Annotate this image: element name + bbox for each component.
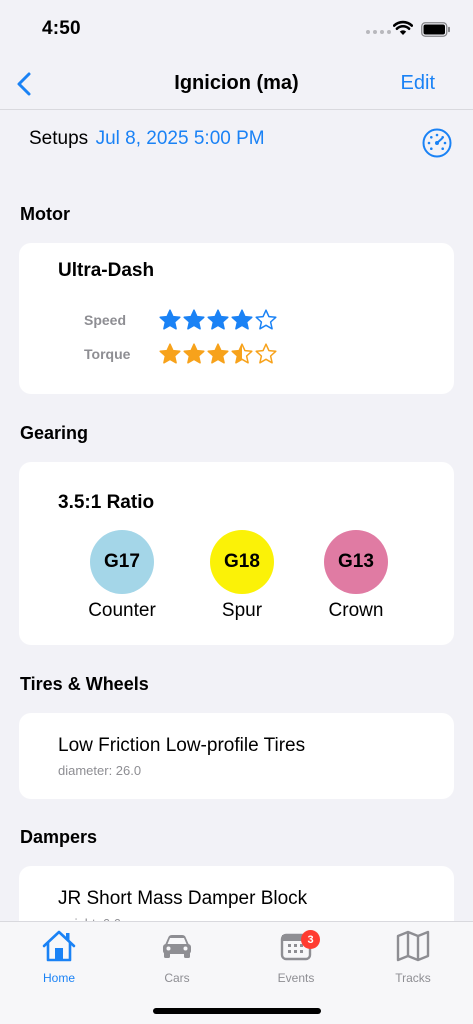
speed-stars [158,308,278,332]
tab-home[interactable]: Home [19,928,99,985]
spur-gear-badge: G18 [210,530,274,594]
tab-events-label: Events [277,971,315,985]
counter-gear-badge: G17 [90,530,154,594]
gearing-card[interactable]: 3.5:1 Ratio G17 Counter G18 Spur G13 Cro… [19,462,454,645]
motor-section-title: Motor [20,204,70,224]
dampers-section-title: Dampers [20,827,98,847]
crown-gear-badge: G13 [324,530,388,594]
car-icon [163,935,191,958]
torque-label: Torque [84,346,131,362]
tab-events[interactable]: 3 Events [256,928,336,985]
tab-cars[interactable]: Cars [137,928,217,985]
dampers-name: JR Short Mass Damper Block [58,888,308,909]
house-icon [42,930,76,962]
status-bar: 4:50 [0,0,473,60]
cellular-signal-icon [366,30,391,34]
edit-button[interactable]: Edit [401,72,435,95]
star-icon [159,343,181,364]
motor-name: Ultra-Dash [58,260,155,281]
setups-date-picker[interactable]: Jul 8, 2025 5:00 PM [96,128,265,149]
setups-row: Setups Jul 8, 2025 5:00 PM [29,128,453,158]
tires-detail: diameter: 26.0 [58,763,142,778]
star-icon [255,309,277,330]
events-badge: 3 [301,930,320,949]
crown-gear-label: Crown [328,600,384,621]
star-icon [207,343,229,364]
speed-label: Speed [84,312,127,328]
status-time: 4:50 [42,18,81,39]
star-icon [207,309,229,330]
tab-cars-label: Cars [164,971,190,985]
crown-gear: G13 Crown [301,530,411,622]
speedometer-button[interactable] [421,127,453,159]
star-icon [255,343,277,364]
battery-icon [421,22,450,37]
spur-gear: G18 Spur [187,530,297,622]
setups-label: Setups [29,128,89,149]
wifi-icon [393,20,413,35]
motor-card[interactable]: Ultra-Dash Speed Torque [19,243,454,394]
tab-home-label: Home [42,971,75,985]
star-icon [183,343,205,364]
tab-tracks-label: Tracks [395,971,431,985]
map-icon [396,930,430,962]
tab-tracks[interactable]: Tracks [373,928,453,985]
speedometer-icon [422,128,452,158]
torque-stars [158,342,278,366]
spur-gear-label: Spur [221,600,263,621]
navigation-bar: Ignicion (ma) Edit [0,60,473,110]
counter-gear: G17 Counter [67,530,177,622]
gearing-section-title: Gearing [20,423,89,443]
star-icon [231,343,253,364]
speed-rating-row: Speed [84,308,278,332]
star-icon [159,309,181,330]
star-icon [183,309,205,330]
tires-section-title: Tires & Wheels [20,674,149,694]
home-indicator[interactable] [153,1008,321,1014]
tires-name: Low Friction Low-profile Tires [58,735,306,756]
tires-card[interactable]: Low Friction Low-profile Tires diameter:… [19,713,454,799]
star-icon [231,309,253,330]
torque-rating-row: Torque [84,342,278,366]
gear-ratio: 3.5:1 Ratio [58,492,155,513]
counter-gear-label: Counter [88,600,156,621]
